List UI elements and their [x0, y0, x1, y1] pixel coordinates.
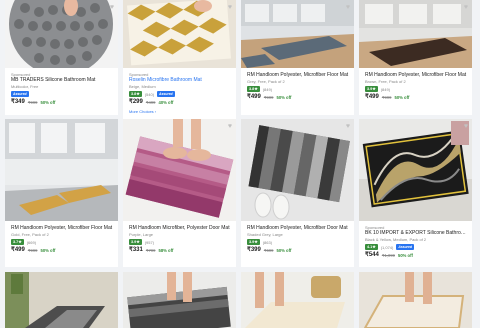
product-price: ₹399: [247, 246, 261, 253]
rating-badge: 3.9★: [247, 239, 260, 245]
product-mrp: ₹999: [27, 99, 38, 105]
product-price: ₹499: [11, 246, 25, 253]
rating-badge: 4.1★: [365, 244, 378, 250]
rating-count: (849): [380, 86, 391, 92]
product-title[interactable]: MB TRADERS Silicone Bathroom Mat: [11, 77, 114, 83]
product-card[interactable]: ♥ Sponsored MB TRADERS Silicone Bathroom…: [5, 0, 118, 115]
product-variant: Multicolor, Free: [11, 84, 39, 90]
product-image[interactable]: [5, 119, 118, 221]
product-card[interactable]: [359, 272, 472, 328]
product-title[interactable]: RM Handloom Polyester, Microfiber Floor …: [11, 225, 114, 231]
product-image[interactable]: [123, 0, 236, 68]
product-image[interactable]: [241, 272, 354, 328]
product-image[interactable]: [5, 272, 118, 328]
product-price: ₹499: [247, 93, 261, 100]
product-info: Sponsored Roselin Microfibre Bathroom Ma…: [129, 72, 232, 114]
assured-badge: Assured: [157, 91, 175, 97]
product-image[interactable]: [359, 119, 472, 221]
product-image[interactable]: [123, 272, 236, 328]
product-title[interactable]: Roselin Microfibre Bathroom Mat: [129, 77, 232, 83]
product-price: ₹299: [129, 98, 143, 105]
product-card[interactable]: [5, 272, 118, 328]
product-mrp: ₹1,099: [381, 253, 395, 259]
heart-icon[interactable]: ♥: [346, 4, 350, 11]
product-image[interactable]: [5, 0, 118, 68]
rating-badge: 3.8★: [247, 86, 260, 92]
heart-icon[interactable]: ♥: [228, 4, 232, 11]
heart-icon[interactable]: ♥: [464, 4, 468, 11]
rating-badge: 3.9★: [129, 239, 142, 245]
product-title[interactable]: RM Handloom Polyester, Microfiber Floor …: [365, 72, 468, 78]
product-card[interactable]: ♥ RM Handloom Polyester, Microfiber Door…: [241, 119, 354, 267]
product-info: RM Handloom Microfiber, Polyester Door M…: [129, 225, 232, 254]
product-card[interactable]: [123, 272, 236, 328]
rating-count: (863): [262, 239, 273, 245]
product-image[interactable]: [241, 119, 354, 221]
product-discount: 50% off: [40, 99, 56, 105]
product-discount: 40% off: [158, 100, 174, 106]
rating-count: (540): [144, 91, 155, 97]
product-mrp: ₹999: [27, 248, 38, 254]
product-price: ₹349: [11, 98, 25, 105]
product-discount: 58% off: [158, 248, 174, 254]
product-discount: 50% off: [397, 253, 413, 259]
product-mrp: ₹499: [145, 100, 156, 106]
rating-badge: 3.9★: [365, 86, 378, 92]
rating-count: (849): [262, 86, 273, 92]
product-info: RM Handloom Polyester, Microfiber Floor …: [247, 72, 350, 101]
product-price: ₹331: [129, 246, 143, 253]
product-variant: Black & Yellow, Medium, Pack of 2: [365, 237, 427, 243]
product-mrp: ₹699: [263, 248, 274, 254]
product-mrp: ₹799: [145, 248, 156, 254]
product-card[interactable]: RM Handloom Polyester, Microfiber Floor …: [5, 119, 118, 267]
product-title[interactable]: RM Handloom Microfiber, Polyester Door M…: [129, 225, 232, 231]
rating-badge: 3.7★: [11, 239, 24, 245]
product-grid: ♥ Sponsored MB TRADERS Silicone Bathroom…: [0, 0, 480, 328]
product-image[interactable]: [359, 272, 472, 328]
product-variant: Purple, Large: [129, 232, 154, 238]
product-discount: 50% off: [394, 95, 410, 101]
product-mrp: ₹999: [381, 95, 392, 101]
product-card[interactable]: ♥ Sponsored BK 10 IMPORT & EXPORT Silico…: [359, 119, 472, 267]
product-card[interactable]: ♥ RM Handloom Polyester, Microfiber Floo…: [359, 0, 472, 115]
product-card[interactable]: ♥ RM Handloom Polyester, Microfiber Floo…: [241, 0, 354, 115]
rating-count: (1,074): [380, 244, 394, 250]
product-discount: 50% off: [40, 248, 56, 254]
product-mrp: ₹999: [263, 95, 274, 101]
product-info: RM Handloom Polyester, Microfiber Floor …: [11, 225, 114, 254]
product-card[interactable]: ♥ RM Handloom Microfiber, Polyester Door…: [123, 119, 236, 267]
product-image[interactable]: [241, 0, 354, 68]
heart-icon[interactable]: ♥: [464, 123, 468, 130]
product-price: ₹499: [365, 93, 379, 100]
product-variant: Shaded Grey, Large: [247, 232, 283, 238]
product-info: RM Handloom Polyester, Microfiber Floor …: [365, 72, 468, 101]
product-info: RM Handloom Polyester, Microfiber Door M…: [247, 225, 350, 254]
heart-icon[interactable]: ♥: [110, 4, 114, 11]
product-discount: 50% off: [276, 95, 292, 101]
product-variant: Brown, Free, Pack of 2: [365, 79, 406, 85]
product-variant: Grey, Free, Pack of 2: [247, 79, 285, 85]
product-discount: 50% off: [276, 248, 292, 254]
product-image[interactable]: [359, 0, 472, 68]
product-variant: Gold, Free, Pack of 2: [11, 232, 49, 238]
product-title[interactable]: RM Handloom Polyester, Microfiber Floor …: [247, 72, 350, 78]
product-info: Sponsored MB TRADERS Silicone Bathroom M…: [11, 72, 114, 106]
product-price: ₹544: [365, 251, 379, 258]
heart-icon[interactable]: ♥: [228, 123, 232, 130]
more-choices-link[interactable]: More Choices ›: [129, 109, 232, 114]
assured-badge: Assured: [396, 244, 414, 250]
assured-badge: Assured: [11, 91, 29, 97]
product-variant: Beige, Medium: [129, 84, 156, 90]
product-card[interactable]: ♥ Sponsored Roselin Microfibre Bathroom …: [123, 0, 236, 122]
product-card[interactable]: [241, 272, 354, 328]
rating-count: (957): [144, 239, 155, 245]
rating-count: (669): [26, 239, 37, 245]
heart-icon[interactable]: ♥: [346, 123, 350, 130]
product-title[interactable]: RM Handloom Polyester, Microfiber Door M…: [247, 225, 350, 231]
product-info: Sponsored BK 10 IMPORT & EXPORT Silicone…: [365, 225, 468, 259]
rating-badge: 3.8★: [129, 91, 142, 97]
product-image[interactable]: [123, 119, 236, 221]
product-title[interactable]: BK 10 IMPORT & EXPORT Silicone Bathroom …: [365, 230, 468, 236]
